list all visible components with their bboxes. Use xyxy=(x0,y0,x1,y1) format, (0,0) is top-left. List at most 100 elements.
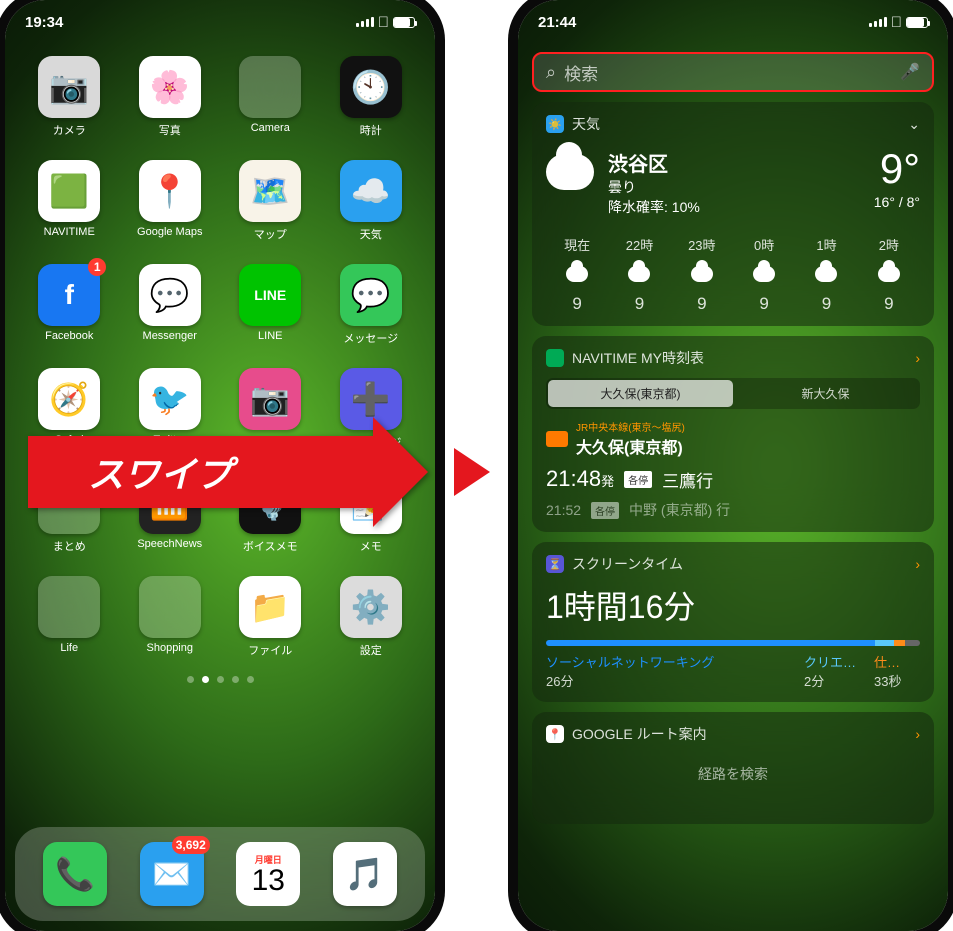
cloud-icon xyxy=(691,266,713,282)
dock: 📞 ✉️3,692 月曜日13 🎵 xyxy=(15,827,425,921)
app-icon[interactable]: 📷 xyxy=(38,56,100,118)
dock-mail[interactable]: ✉️3,692 xyxy=(140,842,204,906)
app-マップ[interactable]: 🗺️ マップ xyxy=(224,160,317,242)
status-time: 21:44 xyxy=(538,14,576,31)
app-icon[interactable]: 📷 xyxy=(239,368,301,430)
chevron-right-icon[interactable]: › xyxy=(915,726,920,742)
dock-phone[interactable]: 📞 xyxy=(43,842,107,906)
google-route-widget[interactable]: 📍 GOOGLE ルート案内 › 経路を検索 xyxy=(532,712,934,824)
widget-title: 天気 xyxy=(572,114,900,134)
departure-row: 21:48発 各停 三鷹行 xyxy=(546,466,920,492)
weather-precip: 降水確率: 10% xyxy=(608,197,860,217)
page-dot[interactable] xyxy=(247,676,254,683)
train-icon xyxy=(546,431,568,447)
app-label: Google Maps xyxy=(137,226,202,238)
hour-temp: 9 xyxy=(795,294,857,314)
hour-temp: 9 xyxy=(858,294,920,314)
app-Life[interactable]: Life xyxy=(23,576,116,658)
app-label: カメラ xyxy=(53,122,86,138)
station-tabs[interactable]: 大久保(東京都) 新大久保 xyxy=(546,378,920,409)
hour-temp: 9 xyxy=(546,294,608,314)
app-LINE[interactable]: LINELINE xyxy=(224,264,317,346)
navitime-widget[interactable]: NAVITIME MY時刻表 › 大久保(東京都) 新大久保 JR中央本線(東京… xyxy=(532,336,934,532)
hour-label: 22時 xyxy=(608,235,670,254)
app-icon[interactable]: 🐦 xyxy=(139,368,201,430)
battery-icon xyxy=(393,17,415,28)
tab-2[interactable]: 新大久保 xyxy=(733,380,918,407)
chevron-down-icon[interactable]: ⌄ xyxy=(908,116,920,133)
hour-label: 0時 xyxy=(733,235,795,254)
page-dots[interactable] xyxy=(5,676,435,683)
app-icon[interactable]: 🗺️ xyxy=(239,160,301,222)
app-label: メッセージ xyxy=(343,330,398,346)
app-NAVITIME[interactable]: 🟩 NAVITIME xyxy=(23,160,116,242)
screentime-widget[interactable]: ⏳ スクリーンタイム › 1時間16分 ソーシャルネットワーキング クリエ… 仕… xyxy=(532,542,934,702)
app-label: Shopping xyxy=(147,642,194,654)
screentime-bar xyxy=(546,640,920,646)
weather-widget[interactable]: ☀️ 天気 ⌄ 渋谷区 曇り 降水確率: 10% 9° 16° / 8° 現在2… xyxy=(532,102,934,326)
app-icon[interactable]: 📍 xyxy=(139,160,201,222)
app-label: メモ xyxy=(360,538,382,554)
arrow-head-icon xyxy=(373,417,428,527)
app-icon[interactable] xyxy=(139,576,201,638)
app-Facebook[interactable]: f1Facebook xyxy=(23,264,116,346)
app-icon[interactable]: ⚙️ xyxy=(340,576,402,638)
weather-temp: 9° xyxy=(874,148,920,190)
dock-calendar[interactable]: 月曜日13 xyxy=(236,842,300,906)
app-icon[interactable] xyxy=(38,576,100,638)
app-icon[interactable]: 🟩 xyxy=(38,160,100,222)
app-label: マップ xyxy=(254,226,287,242)
app-天気[interactable]: ☁️天気 xyxy=(325,160,418,242)
screentime-categories: ソーシャルネットワーキング クリエ… 仕… xyxy=(546,652,920,671)
search-icon: ⌕ xyxy=(546,62,556,83)
chevron-right-icon[interactable]: › xyxy=(915,556,920,572)
app-Camera[interactable]: Camera xyxy=(224,56,317,138)
status-bar: 19:34 􀙇 xyxy=(5,0,435,44)
app-ファイル[interactable]: 📁ファイル xyxy=(224,576,317,658)
tab-1[interactable]: 大久保(東京都) xyxy=(548,380,733,407)
app-icon[interactable]: LINE xyxy=(239,264,301,326)
widget-title: スクリーンタイム xyxy=(572,554,907,574)
app-Shopping[interactable]: Shopping xyxy=(124,576,217,658)
app-カメラ[interactable]: 📷 カメラ xyxy=(23,56,116,138)
app-icon[interactable]: 💬 xyxy=(340,264,402,326)
app-icon[interactable]: 🌸 xyxy=(139,56,201,118)
dock-music[interactable]: 🎵 xyxy=(333,842,397,906)
hour-label: 2時 xyxy=(858,235,920,254)
chevron-right-icon[interactable]: › xyxy=(915,350,920,366)
app-写真[interactable]: 🌸写真 xyxy=(124,56,217,138)
app-時計[interactable]: 🕙時計 xyxy=(325,56,418,138)
train-line: JR中央本線(東京～塩尻) xyxy=(576,419,685,434)
app-icon[interactable] xyxy=(239,56,301,118)
page-dot[interactable] xyxy=(202,676,209,683)
hour-label: 23時 xyxy=(671,235,733,254)
weather-hilo: 16° / 8° xyxy=(874,194,920,210)
navitime-icon xyxy=(546,349,564,367)
app-icon[interactable]: 📁 xyxy=(239,576,301,638)
app-label: NAVITIME xyxy=(44,226,95,238)
page-dot[interactable] xyxy=(187,676,194,683)
app-メッセージ[interactable]: 💬 メッセージ xyxy=(325,264,418,346)
app-label: ボイスメモ xyxy=(243,538,298,554)
cloud-icon xyxy=(628,266,650,282)
app-icon[interactable]: 🧭 xyxy=(38,368,100,430)
app-icon[interactable]: f1 xyxy=(38,264,100,326)
app-icon[interactable]: 🕙 xyxy=(340,56,402,118)
app-icon[interactable]: 💬 xyxy=(139,264,201,326)
app-icon[interactable]: ☁️ xyxy=(340,160,402,222)
status-time: 19:34 xyxy=(25,14,63,31)
page-dot[interactable] xyxy=(232,676,239,683)
battery-icon xyxy=(906,17,928,28)
hour-temp: 9 xyxy=(608,294,670,314)
app-設定[interactable]: ⚙️設定 xyxy=(325,576,418,658)
mic-icon[interactable]: 🎤 xyxy=(900,62,920,82)
badge: 1 xyxy=(88,258,106,276)
app-Google Maps[interactable]: 📍 Google Maps xyxy=(124,160,217,242)
app-Messenger[interactable]: 💬Messenger xyxy=(124,264,217,346)
cloud-icon xyxy=(815,266,837,282)
wifi-icon: 􀙇 xyxy=(378,14,389,31)
google-maps-icon: 📍 xyxy=(546,725,564,743)
search-field[interactable]: ⌕ 検索 🎤 xyxy=(532,52,934,92)
page-dot[interactable] xyxy=(217,676,224,683)
train-row: JR中央本線(東京～塩尻) 大久保(東京都) xyxy=(546,419,920,458)
